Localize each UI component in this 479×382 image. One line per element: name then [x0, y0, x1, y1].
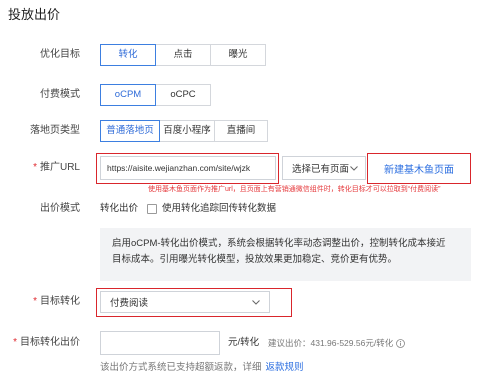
pay-mode-option-ocpm[interactable]: oCPM [100, 84, 156, 106]
required-mark: * [33, 162, 37, 173]
optimize-goal-options: 转化 点击 曝光 [100, 44, 266, 66]
pay-mode-label: 付费模式 [40, 89, 80, 100]
target-bid-label-text: 目标转化出价 [20, 337, 80, 348]
conversion-tracking-checkbox-label[interactable]: 使用转化追踪回传转化数据 [162, 202, 276, 216]
existing-page-select-label: 选择已有页面 [292, 164, 350, 175]
bid-mode-info-text: 启用oCPM-转化出价模式，系统会根据转化率动态调整出价，控制转化成本接近目标成… [112, 238, 446, 265]
info-circle-icon[interactable] [396, 338, 406, 348]
landing-type-option-normal[interactable]: 普通落地页 [100, 120, 160, 142]
create-jimuyu-page-link[interactable]: 新建基木鱼页面 [384, 161, 454, 176]
landing-type-option-mini-program[interactable]: 百度小程序 [159, 120, 215, 142]
target-bid-unit: 元/转化 [228, 337, 260, 348]
conversion-tracking-checkbox[interactable] [147, 204, 157, 214]
target-conversion-select-value: 付费阅读 [110, 298, 149, 309]
bid-mode-label: 出价模式 [40, 203, 80, 214]
bid-settings-panel: 投放出价 优化目标 转化 点击 曝光 付费模式 oCPM oCPC 落地页类型 … [0, 0, 479, 382]
bid-mode-value: 转化出价 [100, 203, 139, 214]
landing-type-options: 普通落地页 百度小程序 直播间 [100, 120, 268, 142]
chevron-down-icon [252, 299, 260, 305]
optimize-goal-option-click[interactable]: 点击 [155, 44, 211, 66]
create-page-link-wrap: 新建基木鱼页面 [367, 153, 471, 184]
landing-type-label: 落地页类型 [30, 125, 80, 136]
promo-url-label-text: 推广URL [39, 162, 80, 173]
promo-url-label: * 推广URL [0, 161, 80, 175]
promo-url-input[interactable] [100, 156, 276, 180]
target-conversion-select[interactable]: 付费阅读 [100, 291, 270, 313]
section-title: 投放出价 [8, 7, 61, 22]
refund-rules-link[interactable]: 返款规则 [266, 362, 304, 373]
promo-url-hint: 使用基木鱼页面作为推广url，且页面上有营销通微信组件时，转化目标才可以拉取到“… [148, 186, 441, 193]
chevron-down-icon [350, 165, 358, 171]
required-mark: * [33, 296, 37, 307]
optimize-goal-label: 优化目标 [40, 49, 80, 60]
refund-note: 该出价方式系统已支持超额返款，详细 返款规则 [100, 361, 304, 375]
optimize-goal-option-impression[interactable]: 曝光 [210, 44, 266, 66]
target-conversion-label: * 目标转化 [0, 295, 80, 309]
refund-note-text: 该出价方式系统已支持超额返款，详细 [100, 362, 262, 373]
required-mark: * [13, 337, 17, 348]
existing-page-select[interactable]: 选择已有页面 [282, 156, 366, 180]
suggested-bid: 建议出价：431.96-529.56元/转化 [268, 337, 406, 349]
pay-mode-option-ocpc[interactable]: oCPC [155, 84, 211, 106]
suggested-bid-text: 建议出价：431.96-529.56元/转化 [268, 338, 394, 348]
pay-mode-options: oCPM oCPC [100, 84, 211, 106]
optimize-goal-option-conversion[interactable]: 转化 [100, 44, 156, 66]
landing-type-option-live[interactable]: 直播间 [214, 120, 268, 142]
target-conversion-label-text: 目标转化 [40, 296, 80, 307]
target-bid-input[interactable] [100, 331, 220, 355]
target-bid-label: * 目标转化出价 [0, 336, 80, 350]
bid-mode-info-box: 启用oCPM-转化出价模式，系统会根据转化率动态调整出价，控制转化成本接近目标成… [100, 228, 471, 281]
